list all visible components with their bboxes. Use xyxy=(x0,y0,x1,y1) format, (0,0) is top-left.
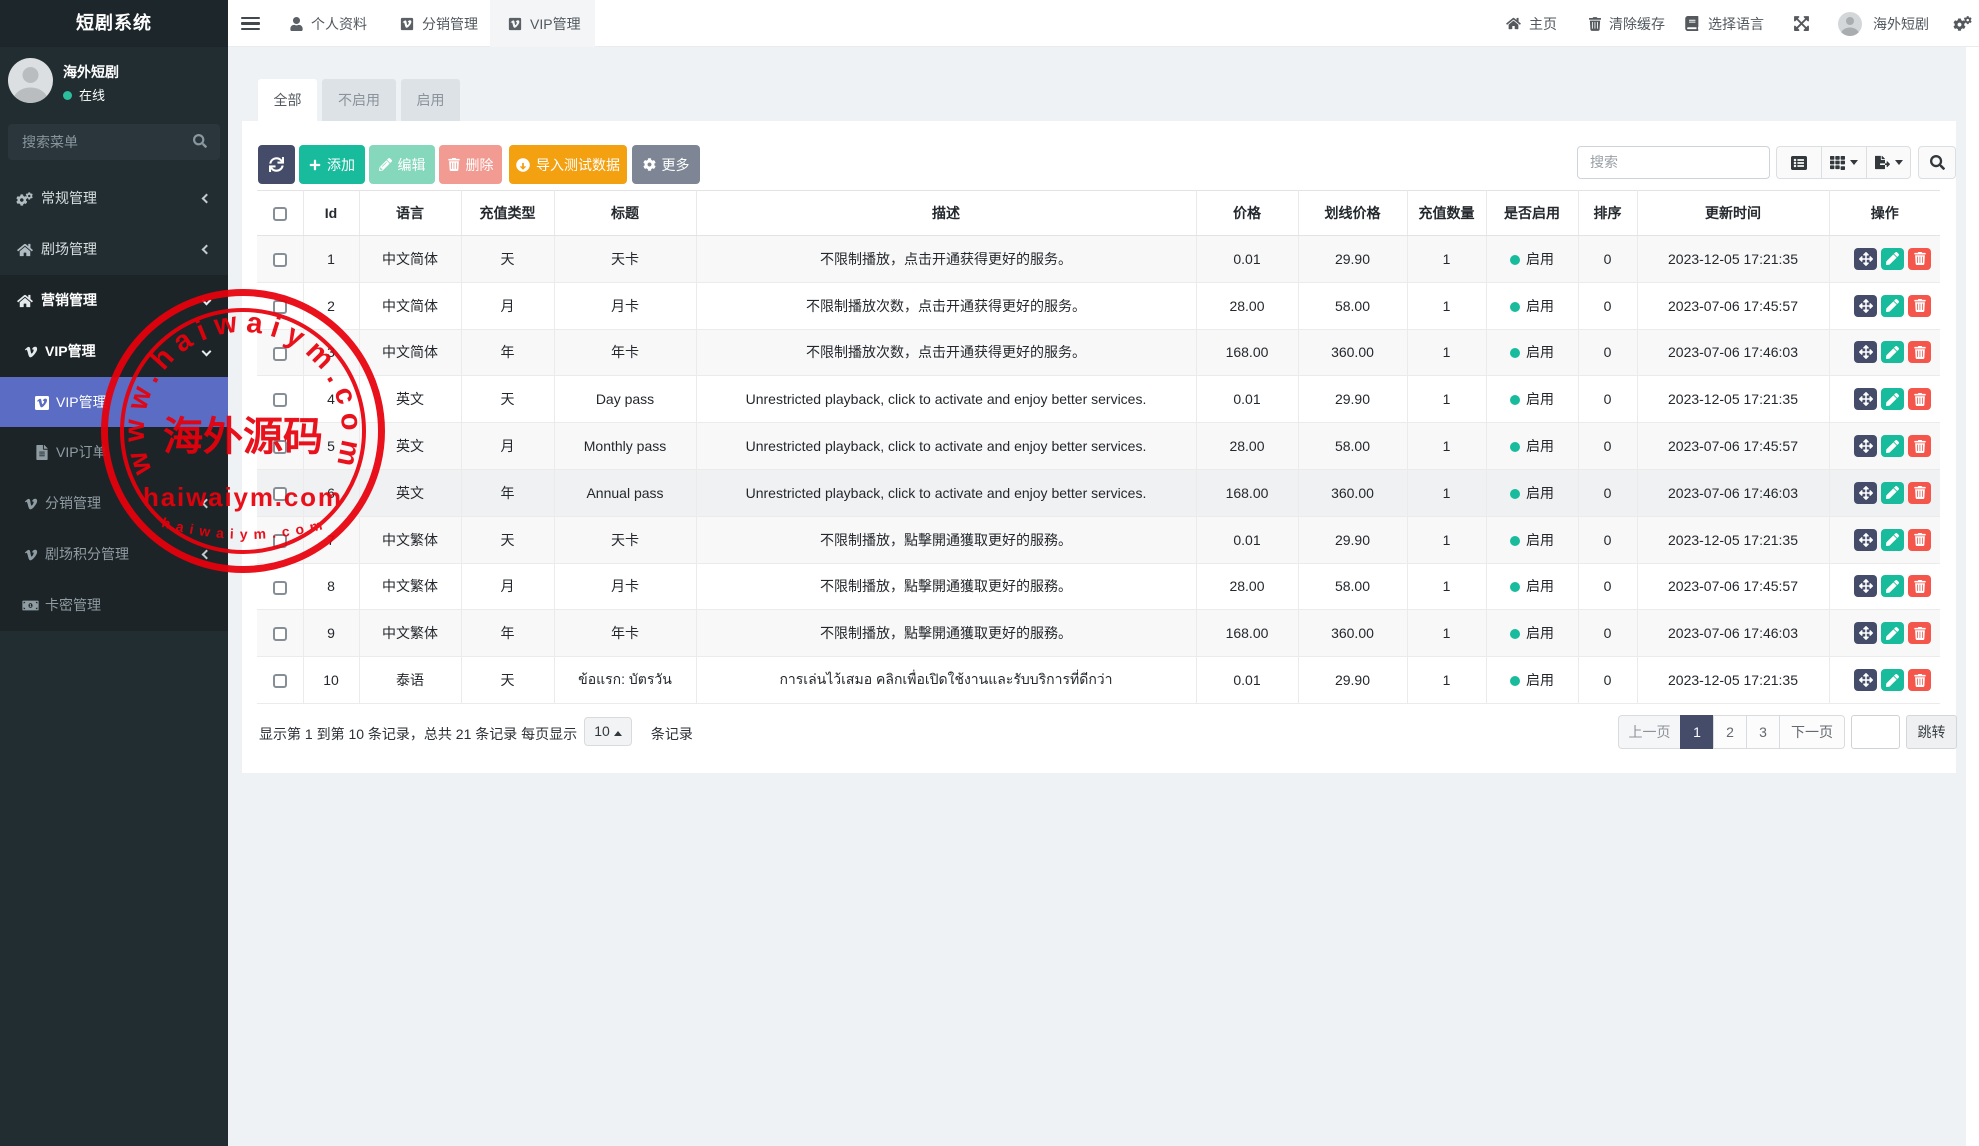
svg-text:haiwaiym.com: haiwaiym.com xyxy=(143,482,341,512)
svg-text:海外源码: 海外源码 xyxy=(163,414,323,459)
